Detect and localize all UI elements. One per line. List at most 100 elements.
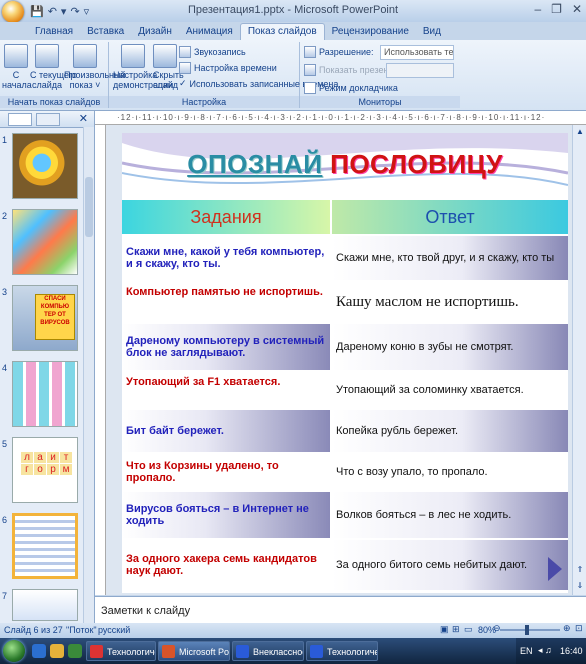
slides-tab[interactable] — [8, 113, 32, 126]
setup-show-button[interactable]: Настройка демонстрации — [113, 44, 173, 90]
window-controls: – ❐ ✕ — [534, 2, 582, 16]
group-label: Начать показ слайдов — [0, 96, 108, 108]
grid-letter: и — [47, 452, 59, 463]
slide-thumbnail[interactable] — [12, 589, 78, 621]
task-cell: Компьютер памятью не испортишь. — [122, 282, 330, 322]
tab-review[interactable]: Рецензирование — [325, 24, 416, 40]
slide-title-word2: ПОСЛОВИЦУ — [330, 149, 503, 179]
slide-counter: Слайд 6 из 27 — [4, 625, 63, 635]
slide-number: 1 — [2, 135, 8, 145]
resolution-dropdown[interactable]: Использовать теку... — [380, 45, 454, 60]
scroll-up-icon[interactable]: ▲ — [575, 127, 585, 137]
slide-thumbnail[interactable] — [12, 209, 78, 275]
slide-title[interactable]: ОПОЗНАЙ ПОСЛОВИЦУ — [122, 149, 568, 180]
word-icon — [310, 645, 323, 658]
presenter-view-checkbox[interactable]: Режим докладчика — [304, 82, 398, 94]
from-current-button[interactable]: С текущего слайда — [30, 44, 77, 90]
next-arrow-icon[interactable] — [548, 557, 562, 581]
slide-number: 5 — [2, 439, 8, 449]
tray-icons[interactable]: ◂ ♫ — [538, 645, 552, 656]
clock-icon — [179, 62, 191, 74]
taskbar-item[interactable]: Технологическ... — [306, 641, 378, 661]
slide-thumbnail[interactable] — [12, 361, 78, 427]
grid-letter: л — [21, 452, 33, 463]
media-icon[interactable] — [68, 644, 82, 658]
group-label: Настройка — [109, 96, 299, 108]
checkbox-icon — [304, 82, 316, 94]
tab-insert[interactable]: Вставка — [80, 24, 131, 40]
answer-cell: Копейка рубль бережет. — [332, 410, 568, 452]
slide-number: 6 — [2, 515, 8, 525]
tab-slideshow[interactable]: Показ слайдов — [239, 23, 325, 40]
language-indicator[interactable]: EN — [520, 646, 533, 656]
task-cell: Скажи мне, какой у тебя компьютер, и я с… — [122, 236, 330, 280]
slide-thumbnail-selected[interactable] — [12, 513, 78, 579]
notes-pane[interactable]: Заметки к слайду — [95, 596, 586, 623]
slide-sorter-icon[interactable]: ⊞ — [452, 624, 460, 635]
outline-tab[interactable] — [36, 113, 60, 126]
previous-slide-icon[interactable]: ⇑ — [575, 565, 585, 575]
ribbon: С начала С текущего слайда Произвольный … — [0, 40, 586, 111]
start-button[interactable] — [3, 640, 25, 662]
ie-icon[interactable] — [32, 644, 46, 658]
thumbnail-text: СПАСИ КОМПЬЮ ТЕР ОТ ВИРУСОВ — [35, 294, 75, 340]
answer-cell: Дареному коню в зубы не смотрят. — [332, 324, 568, 370]
monitor-icon — [304, 64, 316, 76]
taskbar: Технологическ... Microsoft Powe... Внекл… — [0, 638, 586, 664]
slides-scrollbar[interactable] — [83, 127, 94, 623]
theme-name: "Поток" — [66, 625, 97, 635]
answer-cell: За одного битого семь небитых дают. — [332, 540, 568, 590]
slide-number: 3 — [2, 287, 8, 297]
tab-animations[interactable]: Анимация — [179, 24, 240, 40]
taskbar-item[interactable]: Технологическ... — [86, 641, 156, 661]
monitor-icon — [304, 46, 316, 58]
from-beginning-button[interactable]: С начала — [2, 44, 32, 90]
setup-icon — [121, 44, 145, 68]
minimize-icon[interactable]: – — [534, 2, 541, 16]
zoom-in-icon[interactable]: ⊕ — [563, 623, 571, 634]
slide-canvas[interactable]: ОПОЗНАЙ ПОСЛОВИЦУ Задания Ответ Скажи мн… — [122, 133, 568, 593]
slideshow-current-icon — [35, 44, 59, 68]
grid-letter: м — [60, 464, 72, 475]
browser-icon — [90, 645, 103, 658]
close-icon[interactable]: ✕ — [79, 112, 88, 125]
slide-thumbnail[interactable]: л а и т г о р м — [12, 437, 78, 503]
editor-scrollbar[interactable]: ▲ ⇑ ⇓ — [572, 125, 586, 595]
slideshow-view-icon[interactable]: ▭ — [464, 624, 473, 635]
task-cell: Дареному компьютеру в системный блок не … — [122, 324, 330, 370]
zoom-slider[interactable] — [500, 629, 560, 631]
hide-slide-icon — [153, 44, 177, 68]
grid-letter: г — [21, 464, 33, 475]
hide-slide-button[interactable]: Скрыть слайд — [153, 44, 184, 90]
tab-home[interactable]: Главная — [28, 24, 80, 40]
zoom-slider-handle[interactable] — [525, 625, 529, 635]
restore-icon[interactable]: ❐ — [551, 2, 562, 16]
taskbar-item-active[interactable]: Microsoft Powe... — [158, 641, 230, 661]
tab-design[interactable]: Дизайн — [131, 24, 179, 40]
taskbar-item[interactable]: Внеклассное м... — [232, 641, 304, 661]
rehearse-timings-button[interactable]: Настройка времени — [179, 62, 277, 74]
answer-cell: Что с возу упало, то пропало. — [332, 454, 568, 490]
record-narration-button[interactable]: Звукозапись — [179, 46, 246, 58]
tab-view[interactable]: Вид — [416, 24, 448, 40]
explorer-icon[interactable] — [50, 644, 64, 658]
clock[interactable]: 16:40 — [560, 646, 583, 656]
group-monitors: Разрешение: Использовать теку... Показат… — [300, 42, 460, 108]
normal-view-icon[interactable]: ▣ — [440, 624, 449, 635]
resolution-label: Разрешение: — [304, 46, 373, 58]
slide-thumbnail[interactable] — [12, 133, 78, 199]
custom-show-button[interactable]: Произвольный показ ˅ — [64, 44, 126, 90]
group-setup: Настройка демонстрации Скрыть слайд Звук… — [109, 42, 338, 108]
fit-to-window-icon[interactable]: ⊡ — [575, 623, 583, 634]
pane-tabs: ✕ — [0, 111, 94, 128]
answer-cell: Кашу маслом не испортишь. — [332, 282, 568, 322]
next-slide-icon[interactable]: ⇓ — [575, 581, 585, 591]
language[interactable]: русский — [98, 625, 130, 635]
close-icon[interactable]: ✕ — [572, 2, 582, 16]
slide-thumbnail[interactable]: СПАСИ КОМПЬЮ ТЕР ОТ ВИРУСОВ — [12, 285, 78, 351]
slides-pane: ✕ 1 2 3 СПАСИ КОМПЬЮ ТЕР ОТ ВИРУСОВ 4 5 … — [0, 111, 95, 623]
window-title: Презентация1.pptx - Microsoft PowerPoint — [187, 4, 399, 16]
show-on-dropdown[interactable] — [386, 63, 454, 78]
scrollbar-thumb[interactable] — [85, 177, 93, 237]
grid-letter: т — [60, 452, 72, 463]
